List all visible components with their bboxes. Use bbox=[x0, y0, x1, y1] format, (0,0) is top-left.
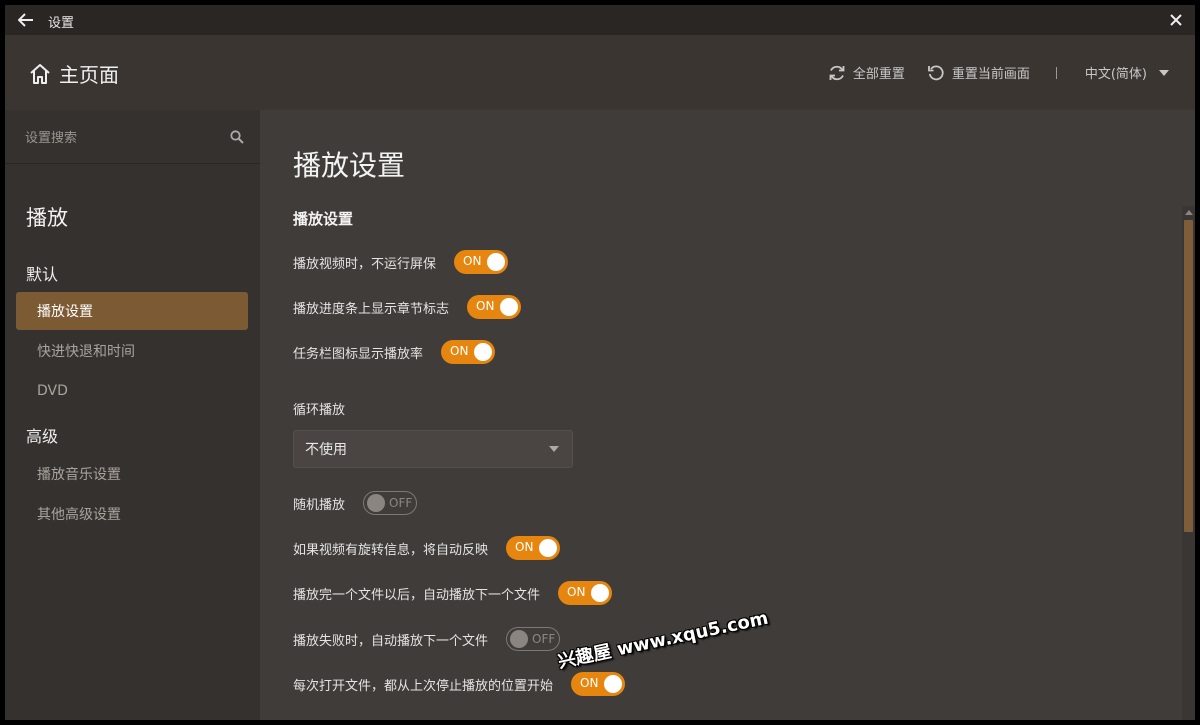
setting-label: 播放视频时，不运行屏保 bbox=[293, 256, 437, 272]
sidebar-item-music-playback[interactable]: 播放音乐设置 bbox=[16, 455, 248, 493]
toggle-switch[interactable]: ON bbox=[558, 581, 613, 605]
home-icon bbox=[30, 63, 50, 84]
header-divider bbox=[1055, 66, 1057, 79]
sidebar-section-title: 播放 bbox=[26, 206, 68, 230]
toggle-knob bbox=[367, 494, 386, 512]
toggle-knob bbox=[500, 298, 519, 316]
settings-search bbox=[5, 110, 260, 164]
setting-label: 每次打开文件，都从上次停止播放的位置开始 bbox=[293, 678, 554, 694]
page-title: 播放设置 bbox=[293, 149, 406, 182]
toggle-state: OFF bbox=[389, 496, 413, 510]
setting-row: 播放视频时，不运行屏保 ON bbox=[293, 250, 509, 274]
search-input[interactable] bbox=[25, 127, 215, 149]
sidebar: 播放 默认 播放设置 快进快退和时间 DVD 高级 播放音乐设置 其他高级设置 bbox=[5, 110, 260, 720]
toggle-switch[interactable]: ON bbox=[454, 250, 509, 274]
setting-label: 任务栏图标显示播放率 bbox=[293, 346, 424, 362]
sidebar-group-default: 默认 bbox=[26, 265, 59, 284]
loop-select[interactable]: 不使用 bbox=[293, 430, 573, 468]
setting-label: 播放完一个文件以后，自动播放下一个文件 bbox=[293, 587, 541, 603]
toggle-switch[interactable]: OFF bbox=[363, 491, 418, 515]
language-label: 中文(简体) bbox=[1084, 67, 1147, 82]
toggle-state: ON bbox=[567, 585, 586, 599]
caret-down-icon bbox=[1159, 69, 1169, 76]
toggle-knob bbox=[510, 630, 529, 648]
search-icon[interactable] bbox=[230, 130, 244, 144]
sidebar-item-playback-settings[interactable]: 播放设置 bbox=[16, 292, 248, 330]
sidebar-group-advanced: 高级 bbox=[26, 427, 59, 446]
toggle-switch[interactable]: ON bbox=[571, 672, 626, 696]
toggle-switch[interactable]: ON bbox=[506, 536, 561, 560]
setting-label: 播放失败时，自动播放下一个文件 bbox=[293, 633, 489, 649]
language-select[interactable]: 中文(简体) bbox=[1085, 63, 1169, 82]
reset-all-label: 全部重置 bbox=[852, 67, 905, 82]
close-button[interactable] bbox=[1165, 10, 1187, 30]
setting-label: 如果视频有旋转信息，将自动反映 bbox=[293, 542, 489, 558]
reset-current-label: 重置当前画面 bbox=[951, 67, 1030, 82]
sidebar-item-dvd[interactable]: DVD bbox=[16, 372, 248, 410]
sidebar-item-other-advanced[interactable]: 其他高级设置 bbox=[16, 495, 248, 533]
toggle-knob bbox=[474, 343, 493, 361]
main-content: 播放设置 播放设置 播放视频时，不运行屏保 ON 播放进度条上显示章节标志 ON… bbox=[260, 110, 1195, 720]
toggle-knob bbox=[487, 253, 506, 271]
home-label: 主页面 bbox=[59, 63, 119, 87]
setting-row: 播放失败时，自动播放下一个文件 OFF bbox=[293, 627, 561, 651]
scrollbar-thumb[interactable] bbox=[1184, 220, 1193, 532]
toggle-switch[interactable]: OFF bbox=[506, 627, 561, 651]
header-bar: 主页面 全部重置 重置当前画面 中文(简体) bbox=[5, 35, 1195, 110]
window-title: 设置 bbox=[48, 16, 75, 31]
toggle-state: ON bbox=[580, 676, 599, 690]
toggle-switch[interactable]: ON bbox=[441, 340, 496, 364]
setting-label: 播放进度条上显示章节标志 bbox=[293, 301, 450, 317]
toggle-state: ON bbox=[463, 254, 482, 268]
toggle-state: ON bbox=[476, 299, 495, 313]
loop-label: 循环播放 bbox=[293, 403, 346, 418]
refresh-icon bbox=[828, 64, 846, 82]
setting-row: 随机播放 OFF bbox=[293, 491, 418, 515]
setting-row: 每次打开文件，都从上次停止播放的位置开始 ON bbox=[293, 672, 626, 696]
toggle-state: OFF bbox=[532, 632, 556, 646]
arrow-left-icon bbox=[18, 13, 33, 27]
undo-icon bbox=[927, 64, 945, 82]
toggle-knob bbox=[604, 675, 623, 693]
setting-row: 任务栏图标显示播放率 ON bbox=[293, 340, 496, 364]
setting-row: 播放完一个文件以后，自动播放下一个文件 ON bbox=[293, 581, 613, 605]
header-actions: 全部重置 重置当前画面 中文(简体) bbox=[828, 63, 1169, 82]
setting-row: 播放进度条上显示章节标志 ON bbox=[293, 295, 522, 319]
section-title: 播放设置 bbox=[293, 210, 354, 228]
setting-row: 如果视频有旋转信息，将自动反映 ON bbox=[293, 536, 561, 560]
back-button[interactable] bbox=[15, 10, 37, 30]
toggle-knob bbox=[539, 539, 558, 557]
caret-down-icon bbox=[549, 446, 559, 452]
scrollbar[interactable] bbox=[1182, 206, 1195, 720]
home-link[interactable]: 主页面 bbox=[29, 59, 119, 88]
reset-current-button[interactable]: 重置当前画面 bbox=[927, 63, 1030, 82]
close-icon bbox=[1170, 14, 1182, 26]
title-bar: 设置 bbox=[5, 5, 1195, 35]
reset-all-button[interactable]: 全部重置 bbox=[828, 63, 905, 82]
scroll-up-icon[interactable] bbox=[1182, 206, 1195, 218]
setting-label: 随机播放 bbox=[293, 497, 346, 513]
settings-window: 设置 主页面 全部重置 重置当前画面 中文(简体) 设置搜索 播放 默认 播放设… bbox=[5, 5, 1195, 720]
toggle-switch[interactable]: ON bbox=[467, 295, 522, 319]
toggle-state: ON bbox=[450, 344, 469, 358]
toggle-knob bbox=[591, 584, 610, 602]
toggle-state: ON bbox=[515, 540, 534, 554]
loop-value: 不使用 bbox=[305, 442, 347, 458]
sidebar-item-seek-time[interactable]: 快进快退和时间 bbox=[16, 332, 248, 370]
